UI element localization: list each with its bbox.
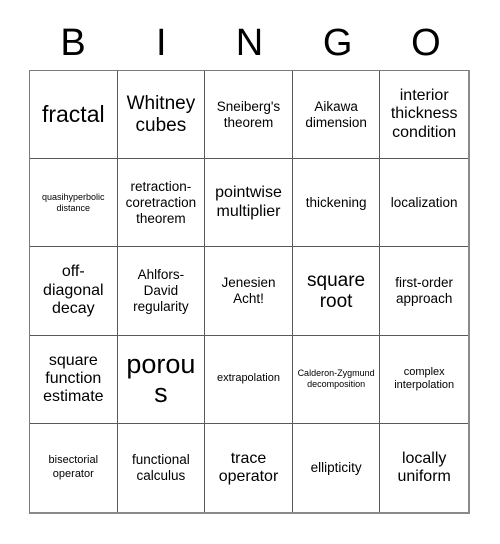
bingo-grid: fractal Whitney cubes Sneiberg's theorem Ai… xyxy=(29,70,470,514)
bingo-cell-label: quasihyperbolic distance xyxy=(42,191,105,213)
bingo-cell[interactable]: Whitney cubes xyxy=(117,71,206,160)
bingo-cell[interactable]: Ahlfors-David regularity xyxy=(117,247,206,336)
bingo-cell[interactable]: first-order approach xyxy=(380,247,468,336)
bingo-cell[interactable]: pointwise multiplier xyxy=(205,159,293,248)
bingo-cell-label: extrapolation xyxy=(216,372,280,385)
bingo-cell[interactable]: interior thickness condition xyxy=(380,71,468,160)
bingo-cell-label: porous xyxy=(126,349,196,409)
bingo-cell-label: pointwise multiplier xyxy=(215,184,282,220)
bingo-cell-label: Jenesien Acht! xyxy=(221,275,276,306)
header-letter-n: N xyxy=(235,22,264,64)
bingo-cell[interactable]: square root xyxy=(292,247,381,336)
bingo-cell-label: first-order approach xyxy=(395,275,454,306)
bingo-card: B I N G O fractal Whitney cubes Sneiberg's… xyxy=(0,0,500,544)
bingo-cell-label: thickening xyxy=(305,194,367,210)
header-letter-i: I xyxy=(156,22,167,64)
bingo-cell[interactable]: functional calculus xyxy=(117,423,206,512)
header-letter-g: G xyxy=(322,22,353,64)
bingo-cell[interactable]: localization xyxy=(380,159,468,248)
bingo-cell-label: functional calculus xyxy=(131,451,190,483)
bingo-cell[interactable]: complex interpolation xyxy=(380,335,468,424)
bingo-cell-label: bisectorial operator xyxy=(48,454,99,480)
bingo-cell[interactable]: Calderon-Zygmund decomposition xyxy=(292,335,381,424)
bingo-cell[interactable]: extrapolation xyxy=(205,335,293,424)
bingo-cell[interactable]: Jenesien Acht! xyxy=(205,247,293,336)
bingo-cell-label: Whitney cubes xyxy=(126,93,196,136)
bingo-cell[interactable]: thickening xyxy=(292,159,381,248)
bingo-cell-label: off-diagonal decay xyxy=(43,263,104,318)
bingo-cell-label: fractal xyxy=(41,100,105,127)
bingo-cell-label: square function estimate xyxy=(43,351,104,406)
bingo-cell[interactable]: retraction-coretraction theorem xyxy=(117,159,206,248)
bingo-cell[interactable]: Sneiberg's theorem xyxy=(205,71,293,160)
bingo-cell-label: locally uniform xyxy=(397,449,451,485)
bingo-cell[interactable]: fractal xyxy=(30,71,118,160)
header-letter-o: O xyxy=(411,22,441,64)
bingo-cell-label: ellipticity xyxy=(310,459,362,475)
bingo-cell-label: square root xyxy=(307,269,366,312)
bingo-cell[interactable]: Aikawa dimension xyxy=(292,71,381,160)
bingo-cell[interactable]: locally uniform xyxy=(380,423,468,512)
bingo-cell-label: Sneiberg's theorem xyxy=(216,98,281,130)
bingo-cell[interactable]: square function estimate xyxy=(30,335,118,424)
bingo-cell-label: Calderon-Zygmund decomposition xyxy=(297,367,375,390)
bingo-cell-label: retraction-coretraction theorem xyxy=(125,178,197,226)
bingo-cell-label: trace operator xyxy=(218,449,279,485)
bingo-cell[interactable]: porous xyxy=(117,335,206,424)
bingo-cell-label: interior thickness condition xyxy=(390,87,458,141)
bingo-cell-label: complex interpolation xyxy=(394,365,455,392)
bingo-cell[interactable]: ellipticity xyxy=(292,423,381,512)
bingo-cell-label: Ahlfors-David regularity xyxy=(133,267,189,314)
bingo-cell[interactable]: bisectorial operator xyxy=(30,423,118,512)
bingo-cell-label: localization xyxy=(390,194,458,210)
bingo-header-row: B I N G O xyxy=(29,18,470,68)
bingo-cell-label: Aikawa dimension xyxy=(305,98,367,130)
bingo-cell[interactable]: off-diagonal decay xyxy=(30,247,118,336)
header-letter-b: B xyxy=(60,22,86,64)
bingo-cell[interactable]: quasihyperbolic distance xyxy=(30,159,118,248)
bingo-cell[interactable]: trace operator xyxy=(205,423,293,512)
